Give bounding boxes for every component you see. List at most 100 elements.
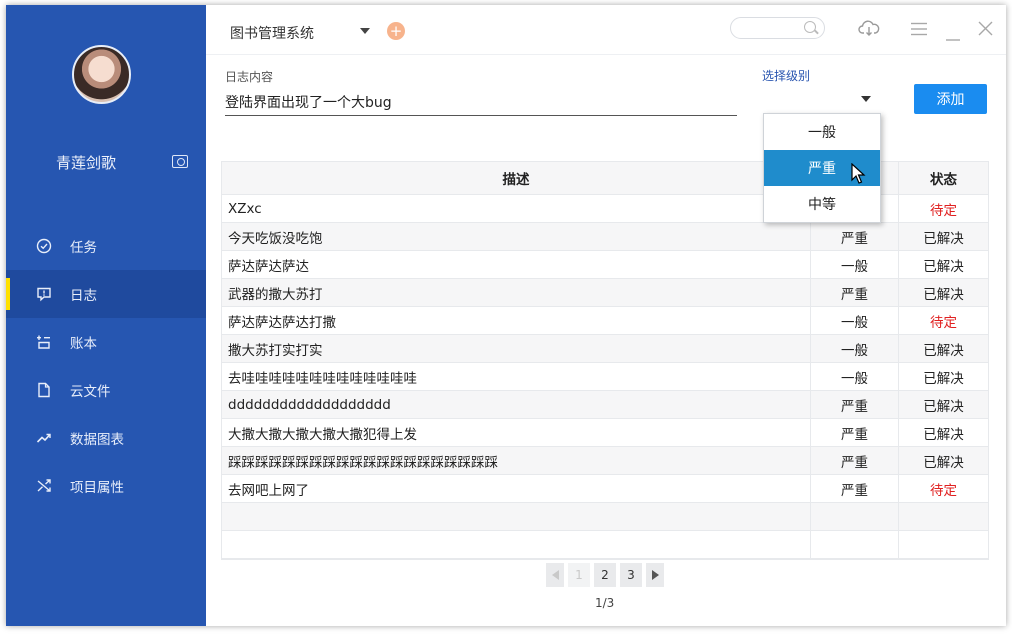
sidebar-item-tasks[interactable]: 任务 — [6, 222, 206, 270]
cell-level: 严重 — [811, 475, 899, 502]
cell-description: 大撒大撒大撒大撒大撒犯得上发 — [222, 419, 811, 446]
cell-description — [222, 531, 811, 558]
minimize-icon[interactable] — [946, 27, 960, 46]
cell-description: 去网吧上网了 — [222, 475, 811, 502]
table-row[interactable]: 萨达萨达萨达 一般 已解决 — [222, 251, 988, 279]
username: 青莲剑歌 — [56, 154, 117, 172]
cell-status: 已解决 — [923, 370, 964, 387]
header-status[interactable]: 状态 — [899, 162, 988, 194]
cell-description: XZxc — [222, 195, 811, 222]
cell-description: 今天吃饭没吃饱 — [222, 223, 811, 250]
search-input[interactable] — [730, 17, 825, 39]
table-row[interactable] — [222, 531, 988, 559]
cell-level — [811, 503, 899, 530]
cell-level: 一般 — [811, 251, 899, 278]
cell-description: 踩踩踩踩踩踩踩踩踩踩踩踩踩踩踩踩踩踩踩踩 — [222, 447, 811, 474]
close-icon[interactable] — [978, 21, 993, 40]
cell-status: 已解决 — [923, 454, 964, 471]
cell-description: 去哇哇哇哇哇哇哇哇哇哇哇哇哇 — [222, 363, 811, 390]
dropdown-option-normal[interactable]: 一般 — [764, 114, 880, 150]
cell-level: 严重 — [811, 391, 899, 418]
pagination: 1 2 3 — [546, 563, 664, 587]
cell-status: 待定 — [930, 202, 957, 219]
cell-level: 严重 — [811, 419, 899, 446]
table-row[interactable]: 大撒大撒大撒大撒大撒犯得上发 严重 已解决 — [222, 419, 988, 447]
content-label: 日志内容 — [225, 70, 274, 84]
cell-description: 萨达萨达萨达打撒 — [222, 307, 811, 334]
cell-status: 已解决 — [923, 258, 964, 275]
cell-level: 严重 — [811, 447, 899, 474]
cell-description: ddddddddddddddddddd — [222, 391, 811, 418]
sidebar-item-cloud-files[interactable]: 云文件 — [6, 366, 206, 414]
table-row[interactable] — [222, 503, 988, 531]
cell-description: 武器的撒大苏打 — [222, 279, 811, 306]
cloud-download-icon[interactable] — [858, 19, 880, 41]
add-button[interactable]: 添加 — [914, 84, 987, 114]
chevron-left-icon — [551, 570, 559, 580]
page-button-3[interactable]: 3 — [620, 563, 642, 587]
sidebar-item-label: 账本 — [70, 336, 97, 352]
cell-status: 已解决 — [923, 230, 964, 247]
sidebar-nav: 任务 日志 账本 云文件 数据图表 项目属性 — [6, 222, 206, 510]
cell-status: 待定 — [930, 482, 957, 499]
prev-page-button[interactable] — [546, 563, 564, 587]
table-row[interactable]: 今天吃饭没吃饱 严重 已解决 — [222, 223, 988, 251]
cell-description: 萨达萨达萨达 — [222, 251, 811, 278]
avatar[interactable] — [72, 45, 131, 104]
cell-status: 已解决 — [923, 426, 964, 443]
next-page-button[interactable] — [646, 563, 664, 587]
cell-status: 已解决 — [923, 342, 964, 359]
table-row[interactable]: ddddddddddddddddddd 严重 已解决 — [222, 391, 988, 419]
trend-chart-icon — [36, 430, 52, 446]
level-select-chevron-icon[interactable] — [861, 96, 871, 102]
app-window: 青莲剑歌 任务 日志 账本 云文件 数据图表 项目属性 图书管理系统 + 日志内… — [6, 5, 1006, 626]
cell-status — [899, 503, 988, 530]
menu-icon[interactable] — [911, 21, 927, 40]
table-row[interactable]: 踩踩踩踩踩踩踩踩踩踩踩踩踩踩踩踩踩踩踩踩 严重 已解决 — [222, 447, 988, 475]
cell-level: 一般 — [811, 335, 899, 362]
table-row[interactable]: 萨达萨达萨达打撒 一般 待定 — [222, 307, 988, 335]
cell-level: 一般 — [811, 363, 899, 390]
header: 图书管理系统 + — [206, 5, 1006, 55]
sidebar-item-label: 任务 — [70, 240, 97, 256]
sidebar-item-project-props[interactable]: 项目属性 — [6, 462, 206, 510]
sidebar-item-label: 项目属性 — [70, 480, 124, 496]
sidebar-item-logs[interactable]: 日志 — [6, 270, 206, 318]
dropdown-option-medium[interactable]: 中等 — [764, 186, 880, 222]
page-summary: 1/3 — [595, 596, 615, 610]
file-icon — [36, 382, 52, 398]
chevron-right-icon — [651, 570, 659, 580]
search-icon[interactable] — [804, 21, 816, 33]
sidebar-item-label: 云文件 — [70, 384, 111, 400]
page-button-2[interactable]: 2 — [594, 563, 616, 587]
shuffle-icon — [36, 478, 52, 494]
sidebar-item-ledger[interactable]: 账本 — [6, 318, 206, 366]
cell-status: 已解决 — [923, 398, 964, 415]
sidebar-item-label: 日志 — [70, 288, 97, 304]
table-row[interactable]: 去哇哇哇哇哇哇哇哇哇哇哇哇哇 一般 已解决 — [222, 363, 988, 391]
cell-level — [811, 531, 899, 558]
camera-icon[interactable] — [172, 155, 188, 168]
add-tab-button[interactable]: + — [387, 22, 405, 40]
table-row[interactable]: 武器的撒大苏打 严重 已解决 — [222, 279, 988, 307]
cell-description — [222, 503, 811, 530]
table-row[interactable]: 去网吧上网了 严重 待定 — [222, 475, 988, 503]
chevron-down-icon[interactable] — [360, 28, 370, 34]
cell-level: 严重 — [811, 279, 899, 306]
check-circle-icon — [36, 238, 52, 254]
cell-level: 严重 — [811, 223, 899, 250]
cell-status — [899, 531, 988, 558]
mouse-cursor-icon — [851, 163, 866, 184]
content-input[interactable]: 登陆界面出现了一个大bug — [225, 90, 737, 116]
ledger-icon — [36, 334, 52, 350]
header-description[interactable]: 描述 — [222, 162, 811, 194]
cell-status: 待定 — [930, 314, 957, 331]
page-button-1[interactable]: 1 — [568, 563, 590, 587]
cell-status: 已解决 — [923, 286, 964, 303]
cell-description: 撒大苏打实打实 — [222, 335, 811, 362]
sidebar-item-charts[interactable]: 数据图表 — [6, 414, 206, 462]
app-title[interactable]: 图书管理系统 — [230, 23, 314, 43]
message-alert-icon — [36, 286, 52, 302]
table-row[interactable]: 撒大苏打实打实 一般 已解决 — [222, 335, 988, 363]
level-label: 选择级别 — [762, 69, 811, 83]
